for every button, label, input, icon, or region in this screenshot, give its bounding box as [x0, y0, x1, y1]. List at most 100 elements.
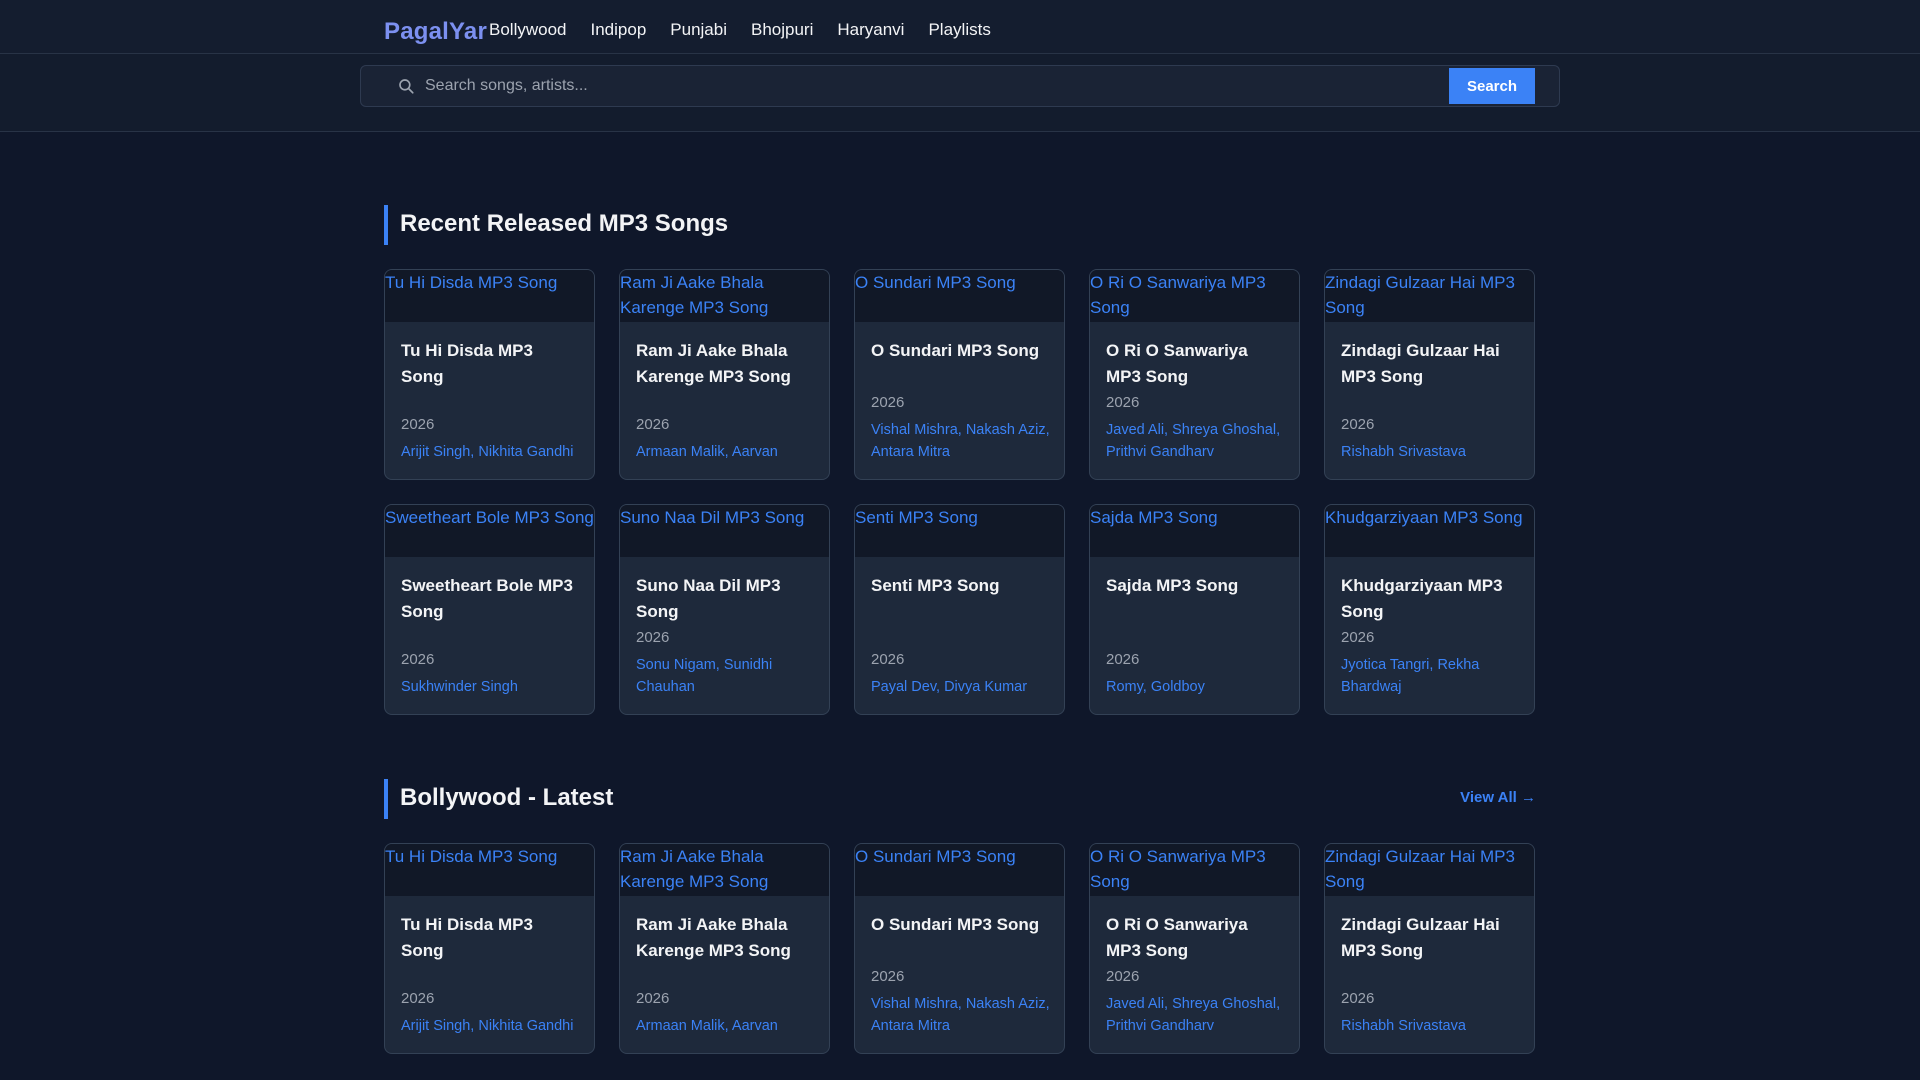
- song-card[interactable]: O Ri O Sanwariya MP3 Song O Ri O Sanwariy…: [1089, 843, 1300, 1054]
- song-year: 2026: [1341, 990, 1375, 1007]
- song-thumbnail[interactable]: Ram Ji Aake Bhala Karenge MP3 Song: [620, 270, 829, 322]
- song-card-body: Sajda MP3 Song 2026 Romy, Goldboy: [1106, 557, 1285, 698]
- search-box: Search: [360, 65, 1560, 107]
- song-card-body: O Sundari MP3 Song 2026 Vishal Mishra, Nak…: [871, 896, 1050, 1037]
- song-year: 2026: [636, 629, 670, 646]
- song-artists[interactable]: Rishabh Srivastava: [1341, 1015, 1520, 1037]
- song-artists[interactable]: Vishal Mishra, Nakash Aziz, Antara Mitra: [871, 993, 1050, 1037]
- song-card[interactable]: O Ri O Sanwariya MP3 Song O Ri O Sanwariy…: [1089, 269, 1300, 480]
- song-thumbnail[interactable]: Tu Hi Disda MP3 Song: [385, 844, 594, 896]
- song-card[interactable]: Ram Ji Aake Bhala Karenge MP3 Song Ram Ji…: [619, 269, 830, 480]
- song-artists[interactable]: Payal Dev, Divya Kumar: [871, 676, 1050, 698]
- song-card[interactable]: O Sundari MP3 Song O Sundari MP3 Song 2026…: [854, 269, 1065, 480]
- song-thumbnail[interactable]: Senti MP3 Song: [855, 505, 1064, 557]
- song-card[interactable]: Tu Hi Disda MP3 Song Tu Hi Disda MP3 Song…: [384, 269, 595, 480]
- song-title[interactable]: Tu Hi Disda MP3 Song: [401, 912, 580, 964]
- song-artists[interactable]: Vishal Mishra, Nakash Aziz, Antara Mitra: [871, 419, 1050, 463]
- song-thumbnail[interactable]: Tu Hi Disda MP3 Song: [385, 270, 594, 322]
- nav-item-haryanvi[interactable]: Haryanvi: [837, 20, 904, 40]
- song-title[interactable]: Tu Hi Disda MP3 Song: [401, 338, 580, 390]
- song-thumbnail[interactable]: Sajda MP3 Song: [1090, 505, 1299, 557]
- nav-item-indipop[interactable]: Indipop: [591, 20, 647, 40]
- song-title[interactable]: O Ri O Sanwariya MP3 Song: [1106, 338, 1285, 390]
- song-card[interactable]: Ram Ji Aake Bhala Karenge MP3 Song Ram Ji…: [619, 843, 830, 1054]
- song-card-body: Tu Hi Disda MP3 Song 2026 Arijit Singh, Ni…: [401, 322, 580, 463]
- song-artists[interactable]: Javed Ali, Shreya Ghoshal, Prithvi Gandh…: [1106, 993, 1285, 1037]
- nav-item-playlists[interactable]: Playlists: [928, 20, 990, 40]
- song-title[interactable]: Zindagi Gulzaar Hai MP3 Song: [1341, 338, 1520, 390]
- song-card-body: Khudgarziyaan MP3 Song 2026 Jyotica Tangri…: [1341, 557, 1520, 698]
- song-artists[interactable]: Sukhwinder Singh: [401, 676, 580, 698]
- song-title[interactable]: Ram Ji Aake Bhala Karenge MP3 Song: [636, 338, 815, 390]
- site-logo[interactable]: PagalYar: [384, 18, 487, 46]
- song-grid: Tu Hi Disda MP3 Song Tu Hi Disda MP3 Song…: [384, 269, 1536, 715]
- song-card[interactable]: Khudgarziyaan MP3 Song Khudgarziyaan MP3 …: [1324, 504, 1535, 715]
- song-year: 2026: [401, 416, 435, 433]
- nav-item-punjabi[interactable]: Punjabi: [670, 20, 727, 40]
- song-thumbnail[interactable]: Ram Ji Aake Bhala Karenge MP3 Song: [620, 844, 829, 896]
- song-artists[interactable]: Romy, Goldboy: [1106, 676, 1285, 698]
- song-card-body: Tu Hi Disda MP3 Song 2026 Arijit Singh, Ni…: [401, 896, 580, 1037]
- song-thumbnail[interactable]: O Ri O Sanwariya MP3 Song: [1090, 844, 1299, 896]
- search-icon: [399, 79, 414, 94]
- song-artists[interactable]: Arijit Singh, Nikhita Gandhi: [401, 441, 580, 463]
- song-card[interactable]: Tu Hi Disda MP3 Song Tu Hi Disda MP3 Song…: [384, 843, 595, 1054]
- song-title[interactable]: Khudgarziyaan MP3 Song: [1341, 573, 1520, 625]
- song-artists[interactable]: Arijit Singh, Nikhita Gandhi: [401, 1015, 580, 1037]
- song-title[interactable]: Ram Ji Aake Bhala Karenge MP3 Song: [636, 912, 815, 964]
- song-artists[interactable]: Armaan Malik, Aarvan: [636, 441, 815, 463]
- song-card[interactable]: O Sundari MP3 Song O Sundari MP3 Song 2026…: [854, 843, 1065, 1054]
- song-title[interactable]: O Sundari MP3 Song: [871, 912, 1050, 938]
- song-thumbnail[interactable]: Sweetheart Bole MP3 Song: [385, 505, 594, 557]
- song-thumbnail[interactable]: Zindagi Gulzaar Hai MP3 Song: [1325, 270, 1534, 322]
- song-year: 2026: [871, 651, 905, 668]
- song-card[interactable]: Sweetheart Bole MP3 Song Sweetheart Bole …: [384, 504, 595, 715]
- song-thumbnail[interactable]: O Ri O Sanwariya MP3 Song: [1090, 270, 1299, 322]
- song-thumbnail[interactable]: O Sundari MP3 Song: [855, 844, 1064, 896]
- nav-item-bhojpuri[interactable]: Bhojpuri: [751, 20, 813, 40]
- song-card-body: O Ri O Sanwariya MP3 Song 2026 Javed Ali, …: [1106, 896, 1285, 1037]
- song-artists[interactable]: Armaan Malik, Aarvan: [636, 1015, 815, 1037]
- song-title[interactable]: O Sundari MP3 Song: [871, 338, 1050, 364]
- song-year: 2026: [871, 968, 905, 985]
- song-card-body: O Ri O Sanwariya MP3 Song 2026 Javed Ali, …: [1106, 322, 1285, 463]
- song-year: 2026: [1341, 629, 1375, 646]
- song-card[interactable]: Senti MP3 Song Senti MP3 Song 2026 Payal De…: [854, 504, 1065, 715]
- view-all-link[interactable]: View All →: [1460, 789, 1536, 806]
- song-title[interactable]: Sajda MP3 Song: [1106, 573, 1285, 599]
- song-card[interactable]: Suno Naa Dil MP3 Song Suno Naa Dil MP3 So…: [619, 504, 830, 715]
- song-thumbnail[interactable]: Suno Naa Dil MP3 Song: [620, 505, 829, 557]
- song-card-body: Zindagi Gulzaar Hai MP3 Song 2026 Rishabh …: [1341, 896, 1520, 1037]
- nav-item-bollywood[interactable]: Bollywood: [489, 20, 567, 40]
- song-thumbnail[interactable]: Zindagi Gulzaar Hai MP3 Song: [1325, 844, 1534, 896]
- song-artists[interactable]: Jyotica Tangri, Rekha Bhardwaj: [1341, 654, 1520, 698]
- song-title[interactable]: O Ri O Sanwariya MP3 Song: [1106, 912, 1285, 964]
- song-thumbnail[interactable]: O Sundari MP3 Song: [855, 270, 1064, 322]
- song-year: 2026: [1106, 968, 1140, 985]
- song-year: 2026: [1341, 416, 1375, 433]
- song-card-body: Suno Naa Dil MP3 Song 2026 Sonu Nigam, Sun…: [636, 557, 815, 698]
- section-header: Recent Released MP3 Songs: [384, 205, 1536, 245]
- search-input[interactable]: [425, 66, 1505, 106]
- song-title[interactable]: Senti MP3 Song: [871, 573, 1050, 599]
- song-card[interactable]: Zindagi Gulzaar Hai MP3 Song Zindagi Gulz…: [1324, 269, 1535, 480]
- song-thumbnail[interactable]: Khudgarziyaan MP3 Song: [1325, 505, 1534, 557]
- song-card[interactable]: Sajda MP3 Song Sajda MP3 Song 2026 Romy, Go…: [1089, 504, 1300, 715]
- search-button[interactable]: Search: [1449, 68, 1535, 104]
- section-title: Bollywood - Latest: [400, 784, 614, 811]
- song-artists[interactable]: Sonu Nigam, Sunidhi Chauhan: [636, 654, 815, 698]
- song-card[interactable]: Zindagi Gulzaar Hai MP3 Song Zindagi Gulz…: [1324, 843, 1535, 1054]
- song-title[interactable]: Suno Naa Dil MP3 Song: [636, 573, 815, 625]
- song-grid: Tu Hi Disda MP3 Song Tu Hi Disda MP3 Song…: [384, 843, 1536, 1054]
- song-title[interactable]: Sweetheart Bole MP3 Song: [401, 573, 580, 625]
- song-card-body: Sweetheart Bole MP3 Song 2026 Sukhwinder S…: [401, 557, 580, 698]
- song-title[interactable]: Zindagi Gulzaar Hai MP3 Song: [1341, 912, 1520, 964]
- song-artists[interactable]: Rishabh Srivastava: [1341, 441, 1520, 463]
- song-artists[interactable]: Javed Ali, Shreya Ghoshal, Prithvi Gandh…: [1106, 419, 1285, 463]
